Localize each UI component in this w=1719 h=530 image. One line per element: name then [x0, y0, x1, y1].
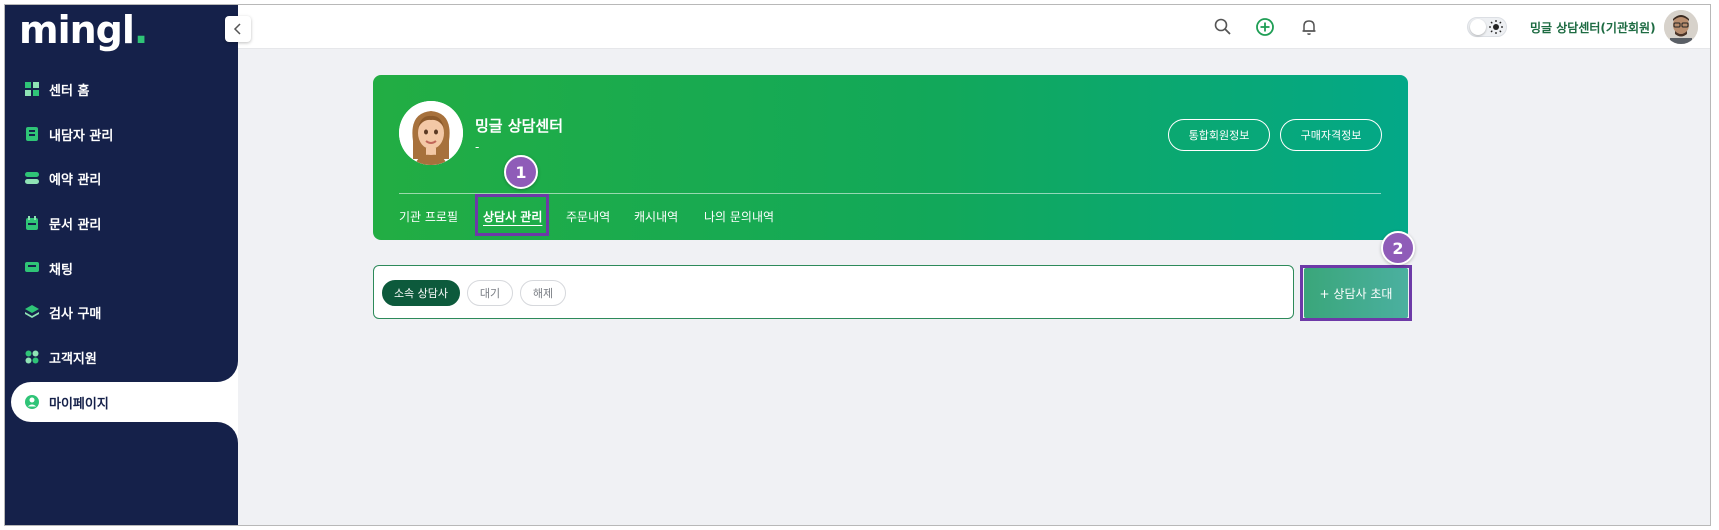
profile-subtitle: - — [475, 140, 480, 154]
sidebar-item-test-purchase[interactable]: 검사 구매 — [5, 292, 238, 332]
chevron-left-icon — [233, 23, 241, 35]
filter-affiliated-counselors[interactable]: 소속 상담사 — [382, 280, 460, 306]
sidebar-item-label: 채팅 — [49, 262, 73, 278]
sidebar-item-label: 문서 관리 — [49, 217, 102, 233]
step-badge-2: 2 — [1381, 231, 1415, 265]
search-icon[interactable] — [1213, 17, 1233, 37]
sidebar-item-label: 예약 관리 — [49, 172, 102, 188]
sidebar-active-curve — [217, 361, 238, 382]
theme-toggle[interactable] — [1467, 17, 1507, 37]
add-circle-icon[interactable] — [1255, 17, 1275, 37]
grid-icon — [25, 82, 39, 96]
sidebar-item-document-management[interactable]: 문서 관리 — [5, 203, 238, 243]
toggle-icon — [25, 172, 39, 184]
filter-pending[interactable]: 대기 — [467, 280, 513, 306]
user-photo-icon — [1664, 10, 1698, 44]
top-header: 밍글 상담센터(기관회원) — [238, 5, 1710, 49]
sidebar-collapse-button[interactable] — [225, 16, 251, 42]
tab-order-history[interactable]: 주문내역 — [566, 208, 610, 225]
toggle-knob — [1470, 19, 1486, 35]
sidebar-item-label: 내담자 관리 — [49, 128, 114, 144]
memoji-avatar-icon — [399, 101, 463, 165]
tab-cash-history[interactable]: 캐시내역 — [634, 208, 678, 225]
sidebar-item-label: 검사 구매 — [49, 306, 102, 322]
highlight-box-step1 — [475, 194, 549, 236]
sun-icon — [1489, 20, 1503, 34]
sidebar-item-label: 센터 홈 — [49, 83, 90, 99]
sidebar-item-reservation-management[interactable]: 예약 관리 — [5, 158, 238, 198]
sidebar-item-client-management[interactable]: 내담자 관리 — [5, 114, 238, 154]
chat-icon — [25, 262, 39, 272]
user-name[interactable]: 밍글 상담센터(기관회원) — [1530, 19, 1656, 36]
app-window: mingl. 센터 홈 내담자 관리 예약 관리 문서 관리 채팅 검사 구매 … — [4, 4, 1711, 526]
layers-icon — [25, 305, 39, 318]
highlight-box-step2 — [1300, 265, 1412, 321]
contacts-book-icon — [26, 127, 38, 141]
step-badge-1: 1 — [504, 155, 538, 189]
sidebar-item-label: 고객지원 — [49, 351, 97, 367]
sidebar-item-mypage[interactable]: 마이페이지 — [11, 382, 238, 422]
tab-my-inquiries[interactable]: 나의 문의내역 — [704, 208, 774, 225]
calendar-document-icon — [26, 216, 38, 230]
avatar[interactable] — [1664, 10, 1698, 44]
sidebar-active-curve — [217, 422, 238, 443]
dots-grid-icon — [25, 350, 39, 364]
profile-name: 밍글 상담센터 — [475, 117, 564, 135]
sidebar-item-label: 마이페이지 — [49, 396, 109, 412]
member-info-button[interactable]: 통합회원정보 — [1168, 119, 1270, 151]
sidebar-item-customer-support[interactable]: 고객지원 — [5, 337, 238, 377]
tab-organization-profile[interactable]: 기관 프로필 — [399, 208, 458, 225]
user-circle-icon — [25, 395, 39, 409]
profile-avatar — [399, 101, 463, 165]
bell-icon[interactable] — [1299, 17, 1319, 37]
counselor-filter-bar: 소속 상담사 대기 해제 — [373, 265, 1294, 319]
mingl-logo[interactable]: mingl. — [19, 8, 148, 52]
sidebar-item-center-home[interactable]: 센터 홈 — [5, 69, 238, 109]
sidebar-item-chat[interactable]: 채팅 — [5, 248, 238, 288]
qualification-info-button[interactable]: 구매자격정보 — [1280, 119, 1382, 151]
filter-released[interactable]: 해제 — [520, 280, 566, 306]
sidebar: mingl. 센터 홈 내담자 관리 예약 관리 문서 관리 채팅 검사 구매 … — [5, 5, 238, 525]
